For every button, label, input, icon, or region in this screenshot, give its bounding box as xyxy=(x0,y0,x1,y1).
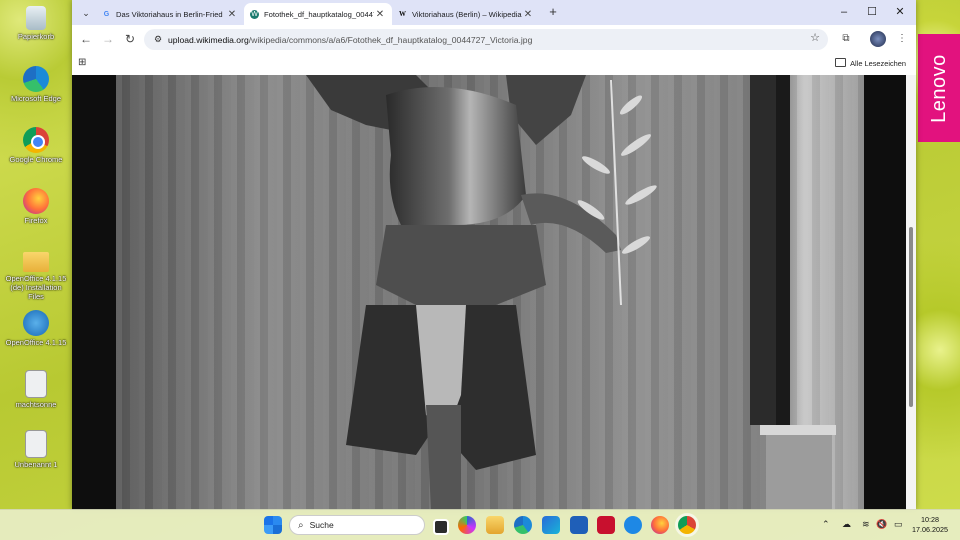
desktop-icon-label: Unbenannt 1 xyxy=(14,460,58,469)
chrome-icon xyxy=(23,127,49,153)
tray-chevron-up-icon[interactable]: ⌃ xyxy=(822,519,830,530)
maximize-button[interactable]: ☐ xyxy=(858,2,886,22)
document-icon xyxy=(25,370,47,398)
task-view-icon[interactable] xyxy=(433,519,449,535)
clock-date: 17.06.2025 xyxy=(912,525,948,534)
desktop-icon-recycle-bin[interactable]: Papierkorb xyxy=(2,6,70,41)
firefox-taskbar-icon[interactable] xyxy=(651,516,669,534)
menu-kebab-icon[interactable]: ⋮ xyxy=(894,31,910,47)
desktop-icon-label: OpenOffice 4.1.15 (de) Installation File… xyxy=(5,274,67,301)
wikipedia-favicon-icon: W xyxy=(399,9,406,18)
arrow-right-icon: → xyxy=(102,32,114,46)
google-favicon-icon: G xyxy=(103,10,110,18)
desktop-icon-label: Firefox xyxy=(24,216,48,225)
bookmarks-bar: ⊞ Alle Lesezeichen xyxy=(72,53,916,76)
new-tab-button[interactable]: + xyxy=(545,4,561,20)
desktop-icon-openoffice-files[interactable]: OpenOffice 4.1.15 (de) Installation File… xyxy=(2,248,70,301)
desktop-icon-label: Microsoft Edge xyxy=(10,94,62,103)
battery-icon[interactable]: ▭ xyxy=(894,519,903,530)
close-tab-icon[interactable]: ✕ xyxy=(226,9,238,20)
wifi-icon[interactable]: ≋ xyxy=(862,519,870,530)
image-viewer xyxy=(72,75,916,510)
lenovo-logo: Lenovo xyxy=(927,53,950,123)
address-bar[interactable]: ⚙ upload.wikimedia.org/wikipedia/commons… xyxy=(144,29,828,50)
extensions-icon[interactable]: ⧉ xyxy=(838,31,854,47)
firefox-icon xyxy=(23,188,49,214)
tab-title: Viktoriahaus (Berlin) – Wikipedia xyxy=(412,9,522,19)
file-explorer-icon[interactable] xyxy=(486,516,504,534)
lexware-icon[interactable] xyxy=(570,516,588,534)
edge-taskbar-icon[interactable] xyxy=(514,516,532,534)
chrome-taskbar-icon[interactable] xyxy=(678,516,696,534)
back-button[interactable]: ← xyxy=(78,31,94,47)
reload-button[interactable]: ↻ xyxy=(122,31,138,47)
tab-wikipedia[interactable]: W Viktoriahaus (Berlin) – Wikipedia ✕ xyxy=(392,3,540,25)
bookmark-star-icon[interactable]: ☆ xyxy=(810,31,820,44)
desktop-icon-edge[interactable]: Microsoft Edge xyxy=(2,66,70,103)
document-icon xyxy=(25,430,47,458)
tab-fotothek-image[interactable]: W Fotothek_df_hauptkatalog_0044727 ✕ xyxy=(244,3,392,25)
speaker-muted-icon[interactable]: 🔇 xyxy=(876,519,887,530)
reload-icon: ↻ xyxy=(124,32,136,46)
site-info-icon[interactable]: ⚙ xyxy=(148,34,168,45)
search-icon: ⌕ xyxy=(298,519,304,531)
all-bookmarks-label: Alle Lesezeichen xyxy=(850,59,906,68)
close-tab-icon[interactable]: ✕ xyxy=(522,9,534,20)
system-clock[interactable]: 10:28 17.06.2025 xyxy=(912,515,948,535)
close-tab-icon[interactable]: ✕ xyxy=(374,9,386,20)
scrollbar-thumb[interactable] xyxy=(909,227,913,407)
apps-grid-icon[interactable]: ⊞ xyxy=(78,57,86,68)
desktop-icon-openoffice[interactable]: OpenOffice 4.1.15 xyxy=(2,310,70,347)
lenovo-badge: Lenovo xyxy=(918,34,960,142)
forward-button[interactable]: → xyxy=(100,31,116,47)
folder-icon xyxy=(835,58,847,67)
desktop-icon-label: Google Chrome xyxy=(9,155,63,164)
victoria-statue-photo[interactable] xyxy=(116,75,864,510)
recycle-bin-icon xyxy=(26,6,46,30)
app-icon[interactable] xyxy=(624,516,642,534)
desktop-icon-label: machtsonne xyxy=(15,400,57,409)
desktop-icon-firefox[interactable]: Firefox xyxy=(2,188,70,225)
folder-icon xyxy=(23,252,49,272)
tab-google-search[interactable]: G Das Viktoriahaus in Berlin-Fried ✕ xyxy=(96,3,244,25)
cloud-icon[interactable]: ☁ xyxy=(842,519,851,530)
profile-avatar[interactable] xyxy=(870,31,886,47)
desktop-icon-label: Papierkorb xyxy=(17,32,55,41)
windows-start-icon[interactable] xyxy=(264,516,282,534)
tab-title: Das Viktoriahaus in Berlin-Fried xyxy=(116,9,223,19)
url-path: /wikipedia/commons/a/a6/Fotothek_df_haup… xyxy=(248,34,533,45)
store-icon[interactable] xyxy=(542,516,560,534)
arrow-left-icon: ← xyxy=(80,32,92,46)
desktop-icon-label: OpenOffice 4.1.15 xyxy=(5,338,67,347)
vertical-scrollbar[interactable] xyxy=(906,75,916,510)
mcafee-icon[interactable] xyxy=(597,516,615,534)
desktop-icon-area: Papierkorb Microsoft Edge Google Chrome … xyxy=(0,0,72,505)
browser-toolbar: ← → ↻ ⚙ upload.wikimedia.org/wikipedia/c… xyxy=(72,25,916,53)
taskbar: ⌕ Suche ⌃ ☁ ≋ 🔇 ▭ 10:28 17.06.2025 xyxy=(0,509,960,540)
copilot-icon[interactable] xyxy=(458,516,476,534)
close-window-button[interactable]: ✕ xyxy=(886,2,914,22)
desktop-icon-chrome[interactable]: Google Chrome xyxy=(2,127,70,164)
desktop-icon-unbenannt[interactable]: Unbenannt 1 xyxy=(2,430,70,469)
chevron-down-icon: ⌄ xyxy=(82,8,90,18)
taskbar-search[interactable]: ⌕ Suche xyxy=(289,515,425,535)
browser-window: ⌄ G Das Viktoriahaus in Berlin-Fried ✕ W… xyxy=(72,0,916,510)
address-url: upload.wikimedia.org/wikipedia/commons/a… xyxy=(168,35,532,45)
tab-search-button[interactable]: ⌄ xyxy=(78,5,94,21)
openoffice-icon xyxy=(23,310,49,336)
statue-image xyxy=(306,75,836,510)
wikimedia-favicon-icon: W xyxy=(250,9,259,19)
tab-title: Fotothek_df_hauptkatalog_0044727 xyxy=(264,9,374,19)
search-label: Suche xyxy=(309,520,334,530)
edge-icon xyxy=(23,66,49,92)
tab-strip: ⌄ G Das Viktoriahaus in Berlin-Fried ✕ W… xyxy=(72,0,916,25)
clock-time: 10:28 xyxy=(921,515,939,524)
minimize-button[interactable]: – xyxy=(830,2,858,22)
all-bookmarks-button[interactable]: Alle Lesezeichen xyxy=(835,58,906,68)
url-host: upload.wikimedia.org xyxy=(168,34,249,45)
desktop-icon-machtsonne[interactable]: machtsonne xyxy=(2,370,70,409)
